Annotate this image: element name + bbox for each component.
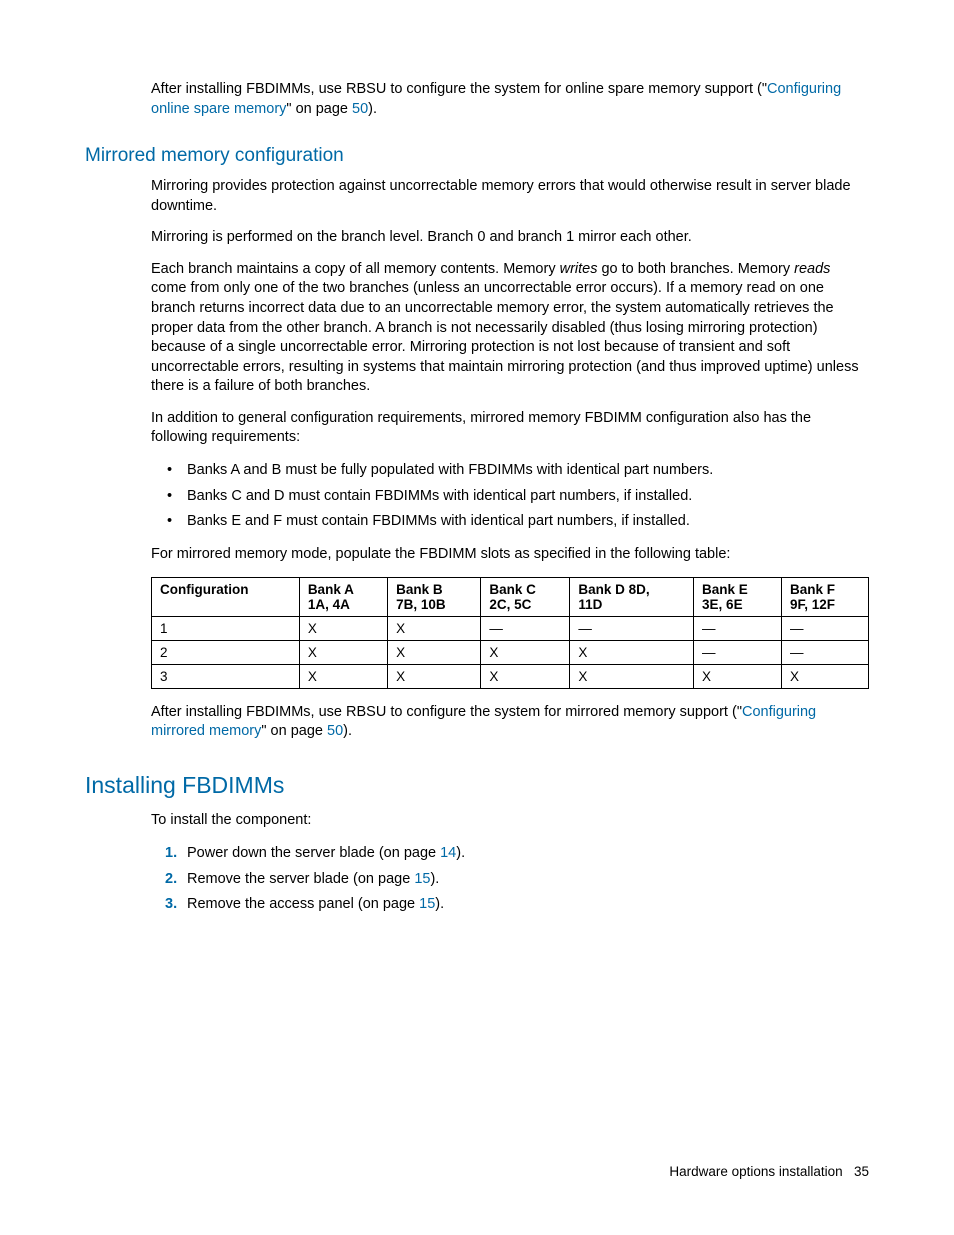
- text: Remove the server blade (on page: [187, 871, 414, 887]
- text: " on page: [261, 723, 327, 739]
- table-cell: X: [388, 640, 481, 664]
- text: come from only one of the two branches (…: [151, 280, 859, 394]
- page-container: After installing FBDIMMs, use RBSU to co…: [0, 0, 954, 1235]
- list-item: Power down the server blade (on page 14)…: [187, 842, 869, 865]
- table-header: Bank B7B, 10B: [388, 577, 481, 616]
- list-item: Banks A and B must be fully populated wi…: [187, 460, 869, 482]
- text: Remove the access panel (on page: [187, 896, 419, 912]
- text: Bank F: [790, 582, 835, 597]
- paragraph: After installing FBDIMMs, use RBSU to co…: [151, 703, 869, 742]
- text: " on page: [286, 101, 352, 117]
- table-header: Bank E3E, 6E: [694, 577, 782, 616]
- table-header-row: Configuration Bank A1A, 4A Bank B7B, 10B…: [152, 577, 869, 616]
- text: Power down the server blade (on page: [187, 845, 440, 861]
- text: ).: [435, 896, 444, 912]
- text: 3E, 6E: [702, 597, 743, 612]
- table-cell: —: [782, 616, 869, 640]
- footer-page-number: 35: [854, 1164, 869, 1179]
- table-header: Bank D 8D,11D: [570, 577, 694, 616]
- paragraph: For mirrored memory mode, populate the F…: [151, 545, 869, 565]
- text: ).: [456, 845, 465, 861]
- text: After installing FBDIMMs, use RBSU to co…: [151, 704, 742, 720]
- text: After installing FBDIMMs, use RBSU to co…: [151, 81, 767, 97]
- list-item: Remove the server blade (on page 15).: [187, 868, 869, 891]
- page-link-15a[interactable]: 15: [414, 871, 430, 887]
- page-link-50b[interactable]: 50: [327, 723, 343, 739]
- paragraph: In addition to general configuration req…: [151, 409, 869, 448]
- list-item: Remove the access panel (on page 15).: [187, 893, 869, 916]
- page-link-14[interactable]: 14: [440, 845, 456, 861]
- text: ).: [430, 871, 439, 887]
- table-cell: X: [388, 664, 481, 688]
- intro-paragraph: After installing FBDIMMs, use RBSU to co…: [151, 80, 869, 119]
- text: Bank E: [702, 582, 748, 597]
- table-header: Bank C2C, 5C: [481, 577, 570, 616]
- text: Bank A: [308, 582, 354, 597]
- paragraph: Mirroring provides protection against un…: [151, 177, 869, 216]
- list-item: Banks E and F must contain FBDIMMs with …: [187, 511, 869, 533]
- text: 9F, 12F: [790, 597, 835, 612]
- text: Bank C: [489, 582, 536, 597]
- table-cell: X: [570, 664, 694, 688]
- table-cell: X: [782, 664, 869, 688]
- table-row: 1 X X — — — —: [152, 616, 869, 640]
- text: 11D: [578, 597, 602, 612]
- table-cell: X: [481, 664, 570, 688]
- table-cell: —: [694, 640, 782, 664]
- table-cell: X: [388, 616, 481, 640]
- table-row: 2 X X X X — —: [152, 640, 869, 664]
- heading-installing-fbdimms: Installing FBDIMMs: [85, 772, 869, 799]
- table-header: Bank F9F, 12F: [782, 577, 869, 616]
- requirements-list: Banks A and B must be fully populated wi…: [151, 460, 869, 533]
- table-cell: X: [299, 640, 387, 664]
- table-cell: X: [570, 640, 694, 664]
- table-cell: —: [570, 616, 694, 640]
- table-cell: 3: [152, 664, 300, 688]
- emphasis-writes: writes: [560, 261, 598, 277]
- table-header: Configuration: [152, 577, 300, 616]
- footer-label: Hardware options installation: [669, 1164, 842, 1179]
- table-cell: X: [694, 664, 782, 688]
- page-footer: Hardware options installation 35: [669, 1164, 869, 1179]
- text: Bank D 8D,: [578, 582, 649, 597]
- text: 2C, 5C: [489, 597, 531, 612]
- table-cell: X: [299, 616, 387, 640]
- text: ).: [368, 101, 377, 117]
- table-row: 3 X X X X X X: [152, 664, 869, 688]
- text: 1A, 4A: [308, 597, 350, 612]
- table-cell: —: [694, 616, 782, 640]
- table-header: Bank A1A, 4A: [299, 577, 387, 616]
- page-link-50[interactable]: 50: [352, 101, 368, 117]
- config-table: Configuration Bank A1A, 4A Bank B7B, 10B…: [151, 577, 869, 689]
- table-cell: 2: [152, 640, 300, 664]
- paragraph: Mirroring is performed on the branch lev…: [151, 228, 869, 248]
- text: go to both branches. Memory: [597, 261, 794, 277]
- paragraph: Each branch maintains a copy of all memo…: [151, 260, 869, 397]
- table-cell: —: [481, 616, 570, 640]
- text: 7B, 10B: [396, 597, 446, 612]
- text: ).: [343, 723, 352, 739]
- table-cell: 1: [152, 616, 300, 640]
- table-cell: X: [481, 640, 570, 664]
- page-link-15b[interactable]: 15: [419, 896, 435, 912]
- install-steps: Power down the server blade (on page 14)…: [151, 842, 869, 916]
- heading-mirrored-memory: Mirrored memory configuration: [85, 145, 869, 167]
- text: Each branch maintains a copy of all memo…: [151, 261, 560, 277]
- list-item: Banks C and D must contain FBDIMMs with …: [187, 486, 869, 508]
- text: Bank B: [396, 582, 443, 597]
- table-cell: —: [782, 640, 869, 664]
- paragraph: To install the component:: [151, 811, 869, 831]
- table-cell: X: [299, 664, 387, 688]
- text: Configuration: [160, 582, 248, 597]
- emphasis-reads: reads: [794, 261, 830, 277]
